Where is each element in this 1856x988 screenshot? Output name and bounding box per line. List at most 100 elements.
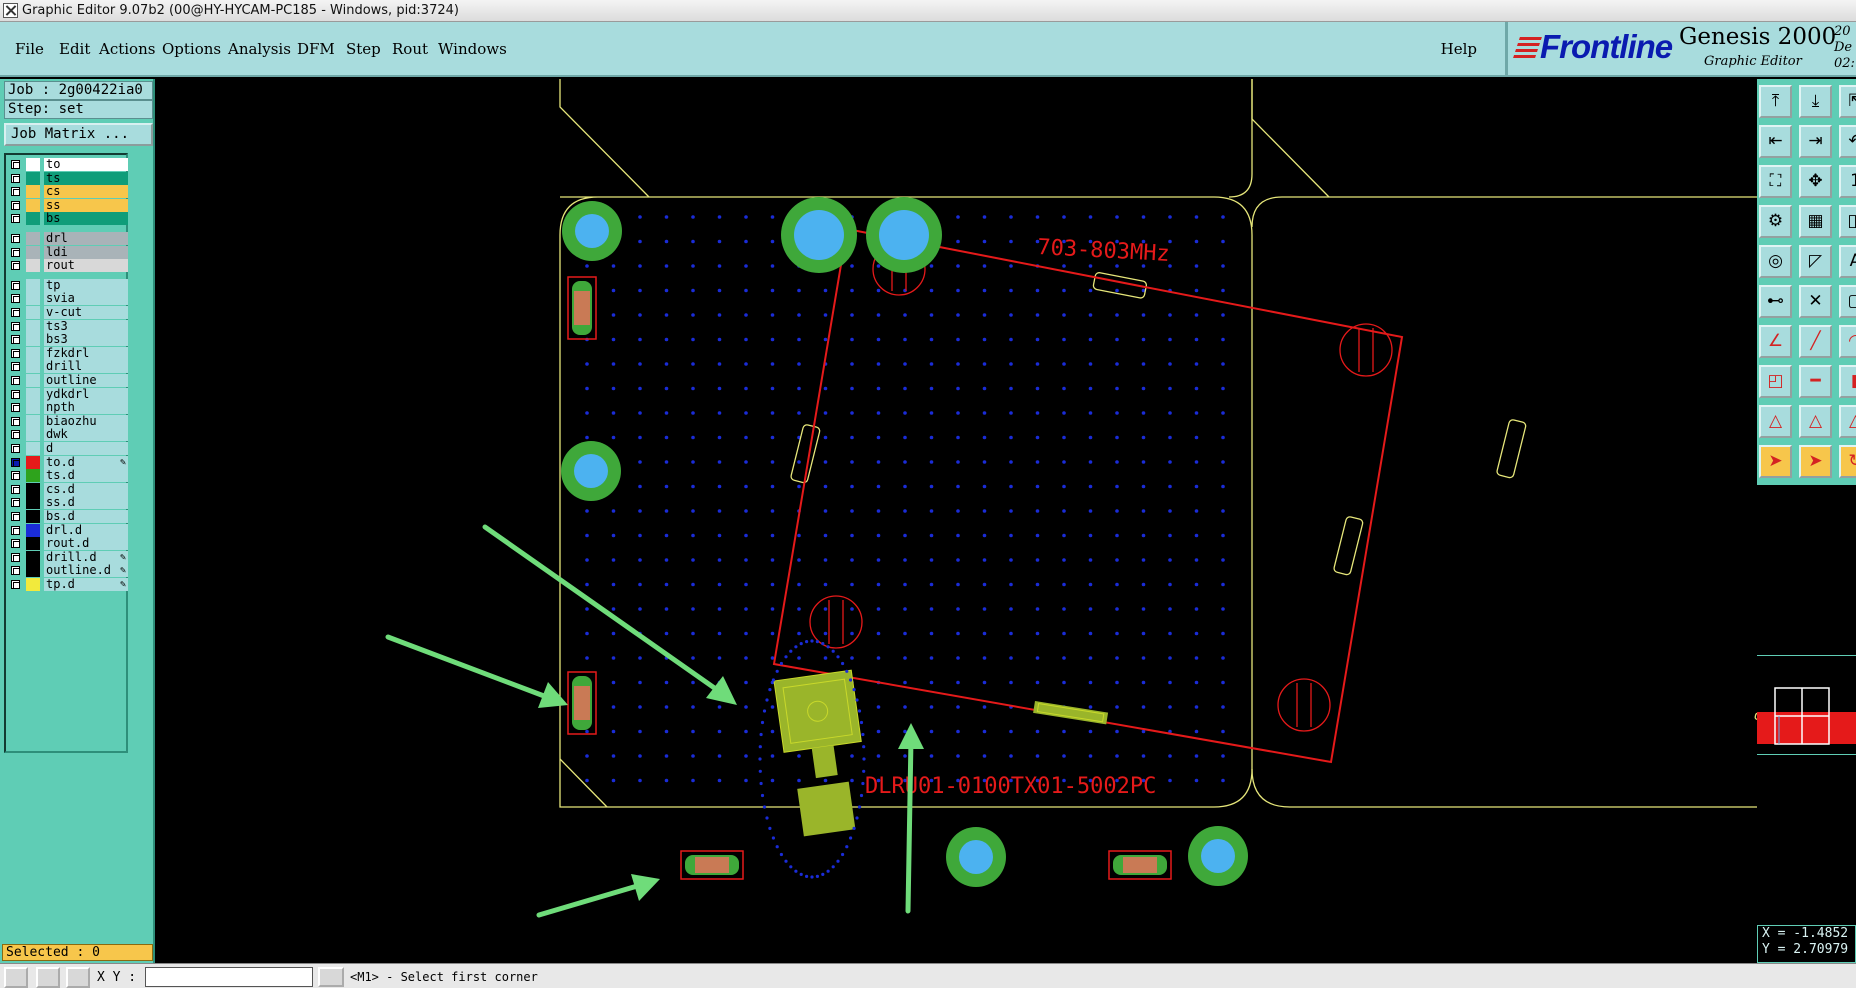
undo-button[interactable]: ↶ [1839,125,1856,158]
rotate-button[interactable]: ↻ [1839,445,1856,478]
layer-row[interactable]: tp.d [8,577,128,592]
layer-color-swatch[interactable] [26,245,40,259]
layer-checkbox[interactable] [11,512,20,521]
layer-checkbox[interactable] [11,261,20,271]
layer-checkbox[interactable] [11,247,20,257]
layer-checkbox[interactable] [11,173,20,183]
cross-button[interactable]: ✕ [1799,285,1832,318]
layer-name[interactable]: rout.d [44,537,128,551]
menu-rout[interactable]: Rout [392,40,428,58]
layer-name[interactable]: rout [44,259,128,273]
unknown-button[interactable]: ▢ [1839,285,1856,318]
layer-checkbox[interactable] [11,525,20,535]
job-matrix-button[interactable]: Job Matrix ... [4,123,153,146]
text-button[interactable]: A [1839,245,1856,278]
layer-name[interactable]: d [44,442,128,455]
grid-button[interactable]: ▦ [1799,205,1832,238]
menu-edit[interactable]: Edit [59,40,90,58]
delta-button[interactable]: △ [1799,405,1832,438]
pan-left-button[interactable]: ⇤ [1759,125,1792,158]
layer-color-swatch[interactable] [26,278,40,292]
layer-color-swatch[interactable] [26,212,40,226]
layer-checkbox[interactable] [11,187,20,197]
zoom-out-button[interactable]: ⤓ [1799,85,1832,118]
layer-color-swatch[interactable] [26,306,40,319]
layer-color-swatch[interactable] [26,537,40,551]
pan-right-button[interactable]: ⇥ [1799,125,1832,158]
layer-checkbox[interactable] [11,403,20,413]
layer-checkbox[interactable] [11,376,20,385]
angle-button[interactable]: ∠ [1759,325,1792,358]
layer-checkbox[interactable] [11,457,20,467]
grid-snap-icon[interactable] [66,967,90,988]
layer-name[interactable]: outline [44,374,128,387]
one-to-one-button[interactable]: 1 [1839,165,1856,198]
connect-button[interactable]: ⊷ [1759,285,1792,318]
layer-name[interactable]: svia [44,292,128,306]
snap-button[interactable]: ⚙ [1759,205,1792,238]
menu-options[interactable]: Options [162,40,221,58]
layer-name[interactable]: ts [44,171,128,185]
layer-checkbox[interactable] [11,362,20,372]
layer-checkbox[interactable] [11,321,20,331]
layer-checkbox[interactable] [11,294,20,304]
board-drawing[interactable]: 703-803MHz DLRU01-0100TX01-5002PC [157,79,1848,963]
menu-step[interactable]: Step [346,40,381,58]
layer-color-swatch[interactable] [26,374,40,387]
layer-name[interactable]: bs.d [44,510,128,523]
layer-checkbox[interactable] [11,214,20,224]
bar-button[interactable]: ▮ [1839,365,1856,398]
layer-color-swatch[interactable] [26,401,40,415]
layer-color-swatch[interactable] [26,428,40,442]
menu-dfm[interactable]: DFM [297,40,335,58]
layer-color-swatch[interactable] [26,346,40,360]
layer-checkbox[interactable] [11,416,20,426]
layer-checkbox[interactable] [11,200,20,210]
layer-checkbox[interactable] [11,552,20,562]
measure-button[interactable]: ◎ [1759,245,1792,278]
layer-row[interactable]: rout [8,258,128,273]
layer-name[interactable]: cs.d [44,482,128,496]
layer-color-swatch[interactable] [26,469,40,483]
layer-checkbox[interactable] [11,234,20,243]
fit-button[interactable]: ⛶ [1759,165,1792,198]
layer-checkbox[interactable] [11,335,20,345]
layer-name[interactable]: npth [44,401,128,415]
arc-button[interactable]: ◠ [1839,325,1856,358]
triangle-button[interactable]: △ [1759,405,1792,438]
cross-cursor-icon[interactable] [36,967,60,988]
layer-checkbox[interactable] [11,444,20,453]
layer-name[interactable]: bs3 [44,333,128,347]
layer-name[interactable]: to [44,158,128,171]
layer-color-swatch[interactable] [26,185,40,199]
layer-color-swatch[interactable] [26,292,40,306]
menu-help[interactable]: Help [1441,40,1477,58]
layer-name[interactable]: ldi [44,245,128,259]
layer-color-swatch[interactable] [26,550,40,564]
menu-windows[interactable]: Windows [438,40,507,58]
layer-name[interactable]: fzkdrl [44,346,128,360]
layer-color-swatch[interactable] [26,319,40,333]
layer-name[interactable]: drl [44,232,128,245]
menu-actions[interactable]: Actions [99,40,155,58]
layer-name[interactable]: cs [44,185,128,199]
layer-row[interactable]: bs [8,211,128,226]
layer-name[interactable]: bs [44,212,128,226]
highlight-button[interactable]: ◫ [1839,205,1856,238]
layer-name[interactable]: ts3 [44,319,128,333]
layer-name[interactable]: v-cut [44,306,128,319]
select-arrow-button[interactable]: ➤ [1759,445,1792,478]
layer-name[interactable]: drill [44,360,128,374]
layer-checkbox[interactable] [11,539,20,549]
layer-name[interactable]: ss.d [44,496,128,510]
layer-checkbox[interactable] [11,430,20,440]
layer-checkbox[interactable] [11,308,20,317]
layer-name[interactable]: drl.d [44,523,128,537]
layer-name[interactable]: tp.d [44,578,128,591]
zoom-home-button[interactable]: ⤒ [1759,85,1792,118]
layer-color-swatch[interactable] [26,442,40,455]
layer-checkbox[interactable] [11,280,20,290]
layer-checkbox[interactable] [11,566,20,576]
delta-alt-button[interactable]: △ [1839,405,1856,438]
layer-color-swatch[interactable] [26,482,40,496]
